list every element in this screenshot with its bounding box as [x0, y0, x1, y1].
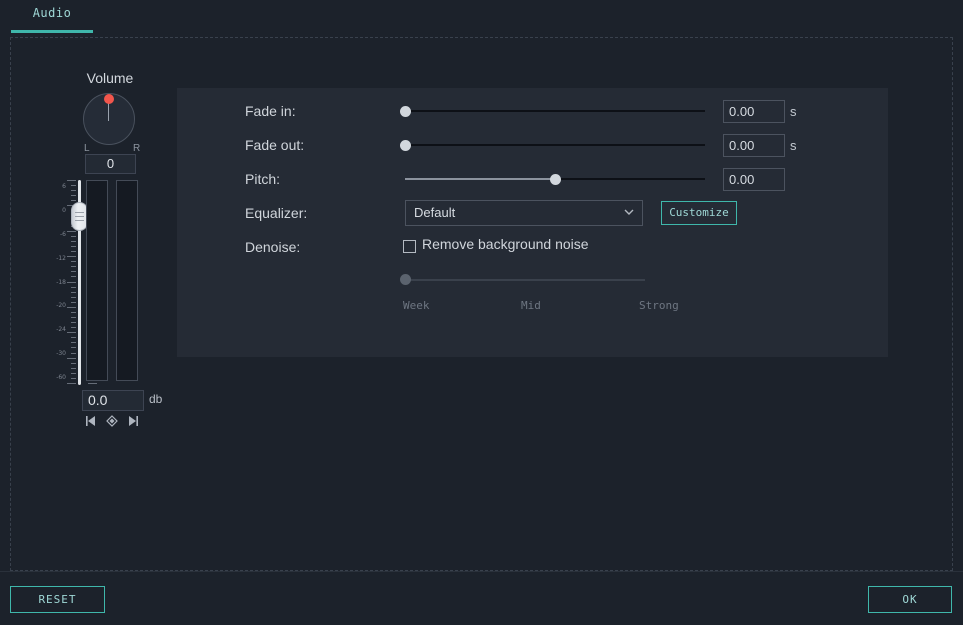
fader-tick [71, 363, 76, 364]
fader-tick [71, 261, 76, 262]
fader-scale-labels: 6 0 -6 -12 -18 -20 -24 -30 -60 [48, 180, 66, 385]
fader-tick [71, 342, 76, 343]
denoise-tick-strong: Strong [639, 299, 679, 312]
chevron-down-icon[interactable] [622, 205, 636, 219]
pitch-slider-handle[interactable] [549, 174, 561, 185]
fader-tick [71, 347, 76, 348]
volume-db-unit: db [149, 392, 163, 406]
pitch-label: Pitch: [245, 171, 281, 187]
fader-tick [71, 322, 76, 323]
fader-tick [88, 383, 97, 384]
balance-right-label: R [133, 143, 141, 154]
next-keyframe-button[interactable] [124, 414, 140, 428]
fader-tick [67, 307, 76, 308]
remove-background-noise-checkbox[interactable] [403, 240, 416, 253]
fader-tick [71, 292, 76, 293]
fader-tick [71, 327, 76, 328]
fader-scale-label: -12 [56, 254, 66, 262]
audio-settings-panel: Fade in: 0.00 s Fade out: 0.00 s Pitch: … [177, 88, 888, 357]
previous-keyframe-button[interactable] [84, 414, 100, 428]
fader-tick [71, 337, 76, 338]
fader-scale-label: -18 [56, 278, 66, 286]
fade-in-slider-track[interactable] [405, 110, 705, 112]
fader-tick [71, 276, 76, 277]
fader-scale-label: 0 [62, 206, 66, 214]
fader-tick [71, 373, 76, 374]
fader-scale-label: -6 [60, 230, 66, 238]
fader-tick [71, 302, 76, 303]
fader-scale-label: -30 [56, 350, 66, 358]
fader-tick [71, 190, 76, 191]
knob-indicator-dot-icon [104, 94, 114, 104]
fader-tick [71, 271, 76, 272]
fader-tick [71, 368, 76, 369]
fader-tick [67, 358, 76, 359]
denoise-tick-mid: Mid [521, 299, 541, 312]
fader-tick [67, 332, 76, 333]
ok-button[interactable]: OK [868, 586, 952, 613]
fader-tick [71, 312, 76, 313]
fader-tick [71, 266, 76, 267]
fader-tick [67, 282, 76, 283]
fader-tick [71, 241, 76, 242]
fade-out-slider-handle[interactable] [399, 140, 411, 151]
fade-in-label: Fade in: [245, 103, 296, 119]
add-keyframe-button[interactable] [104, 414, 120, 428]
fade-out-label: Fade out: [245, 137, 305, 153]
level-meter-left [86, 180, 108, 381]
level-meter-right [116, 180, 138, 381]
volume-db-input[interactable]: 0.0 [82, 390, 144, 411]
fade-out-unit: s [790, 138, 797, 153]
fade-out-value-input[interactable]: 0.00 [723, 134, 785, 157]
denoise-label: Denoise: [245, 239, 301, 255]
denoise-tick-week: Week [403, 299, 430, 312]
fader-scale-label: 6 [62, 183, 66, 190]
fader-tick [71, 246, 76, 247]
tab-active-underline [11, 30, 93, 33]
denoise-strength-slider-handle[interactable] [399, 274, 411, 285]
fader-tick [71, 353, 76, 354]
remove-background-noise-label: Remove background noise [422, 236, 589, 252]
reset-button[interactable]: RESET [10, 586, 105, 613]
customize-button[interactable]: Customize [661, 201, 737, 225]
fader-tick [67, 180, 76, 181]
balance-left-label: L [84, 143, 90, 154]
tab-audio[interactable]: Audio [11, 6, 93, 29]
fader-tick [71, 287, 76, 288]
fader-tick [71, 317, 76, 318]
volume-title: Volume [86, 70, 134, 86]
volume-fader-section: 6 0 -6 -12 -18 -20 -24 -30 -60 0.0 db [48, 180, 168, 428]
fader-tick [67, 383, 76, 384]
fader-tick [71, 195, 76, 196]
fade-in-unit: s [790, 104, 797, 119]
fade-in-value-input[interactable]: 0.00 [723, 100, 785, 123]
fader-tick [67, 256, 76, 257]
balance-value-input[interactable]: 0 [85, 154, 136, 174]
dialog-footer: RESET OK [0, 571, 963, 625]
equalizer-label: Equalizer: [245, 205, 308, 221]
pitch-slider-fill [405, 178, 555, 180]
fade-in-slider-handle[interactable] [399, 106, 411, 117]
fader-tick [71, 251, 76, 252]
tab-bar: Audio [0, 0, 963, 33]
balance-knob[interactable] [83, 93, 137, 147]
fader-tick [67, 231, 76, 232]
fader-tick [71, 297, 76, 298]
equalizer-select[interactable]: Default [405, 200, 643, 226]
fader-scale-label: -60 [56, 374, 66, 381]
fade-out-slider-track[interactable] [405, 144, 705, 146]
keyframe-button-group [84, 414, 144, 428]
fader-tick [71, 200, 76, 201]
fader-tick [71, 185, 76, 186]
denoise-strength-slider-track[interactable] [405, 279, 645, 281]
pitch-value-input[interactable]: 0.00 [723, 168, 785, 191]
fader-tick [71, 378, 76, 379]
fader-scale-label: -24 [56, 326, 66, 334]
fader-tick [71, 236, 76, 237]
knob-pointer-icon [108, 101, 109, 121]
fader-scale-label: -20 [56, 302, 66, 310]
